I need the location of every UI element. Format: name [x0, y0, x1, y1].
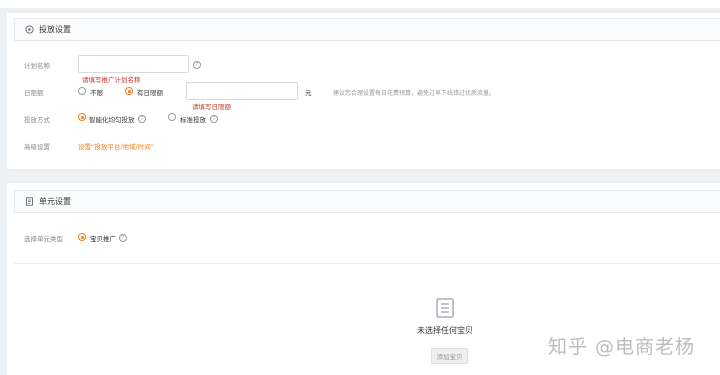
product-promotion-help-icon[interactable]: ?: [119, 234, 127, 242]
budget-limited-label: 有日限额: [137, 89, 163, 97]
delivery-settings-title: 投放设置: [39, 25, 71, 34]
daily-budget-error: 请填写日限额: [192, 103, 231, 111]
advanced-settings-label: 高级设置: [24, 143, 50, 151]
advanced-settings-link[interactable]: 设置“投放平台/地域/时间”: [78, 141, 154, 151]
daily-budget-input[interactable]: [186, 82, 298, 100]
product-promotion-radio[interactable]: [78, 233, 86, 241]
document-icon: [25, 197, 34, 206]
delivery-method-label: 投放方式: [24, 116, 50, 124]
smart-delivery-help-icon[interactable]: ?: [138, 115, 146, 123]
smart-delivery-label: 智能化均匀投放: [89, 116, 135, 124]
standard-delivery-radio[interactable]: [168, 113, 176, 121]
list-document-icon: [435, 297, 455, 319]
plan-name-help-icon[interactable]: ?: [193, 61, 201, 69]
budget-hint: 建议您合理设置每日花费预算，避免过早下线错过优质流量。: [333, 90, 496, 97]
smart-delivery-radio[interactable]: [78, 113, 86, 121]
unit-settings-title: 单元设置: [39, 197, 71, 206]
product-promotion-label: 宝贝推广: [90, 235, 116, 243]
empty-state-text: 未选择任何宝贝: [417, 326, 473, 335]
budget-limited-radio[interactable]: [125, 87, 133, 95]
delivery-settings-header: 投放设置: [14, 18, 720, 41]
budget-unit: 元: [305, 89, 312, 97]
settings-target-icon: [25, 25, 34, 34]
daily-budget-label: 日限额: [24, 89, 44, 97]
plan-name-error: 请填写推广计划名称: [82, 76, 141, 84]
budget-unlimited-radio[interactable]: [78, 87, 86, 95]
watermark: 知乎 @电商老杨: [548, 336, 696, 358]
add-product-button[interactable]: 添加宝贝: [431, 348, 468, 364]
top-bar: [0, 0, 720, 8]
plan-name-label: 计划名称: [24, 62, 50, 70]
budget-unlimited-label: 不限: [90, 89, 103, 97]
plan-name-input[interactable]: [78, 55, 189, 73]
unit-divider: [14, 263, 720, 264]
unit-settings-header: 单元设置: [14, 190, 720, 213]
standard-delivery-label: 标准投放: [180, 116, 206, 124]
unit-type-label: 选择单元类型: [24, 235, 63, 243]
standard-delivery-help-icon[interactable]: ?: [210, 115, 218, 123]
